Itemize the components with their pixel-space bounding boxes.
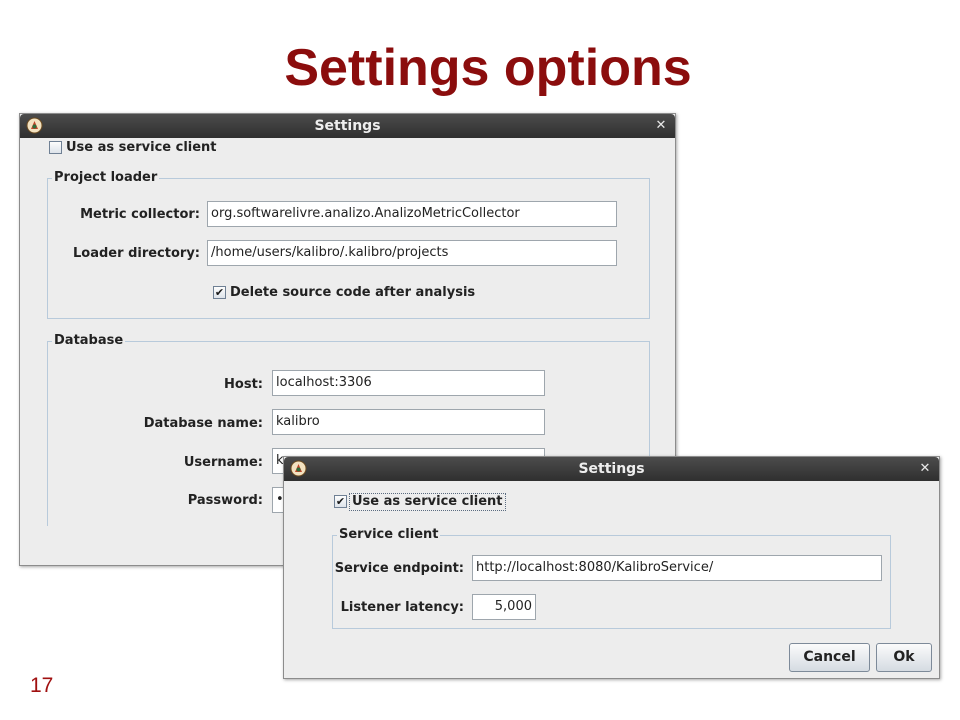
- service-client-checkbox[interactable]: ✔: [334, 495, 347, 508]
- listener-latency-field[interactable]: 5,000: [472, 594, 536, 620]
- close-icon[interactable]: ✕: [917, 461, 933, 477]
- project-loader-legend: Project loader: [52, 170, 160, 186]
- loader-directory-field[interactable]: /home/users/kalibro/.kalibro/projects: [207, 240, 617, 266]
- close-icon[interactable]: ✕: [653, 118, 669, 134]
- service-endpoint-label: Service endpoint:: [334, 561, 464, 576]
- checkmark-icon: ✔: [214, 286, 225, 299]
- dbname-field[interactable]: kalibro: [272, 409, 545, 435]
- host-label: Host:: [224, 377, 263, 392]
- service-client-legend: Service client: [337, 527, 441, 543]
- metric-collector-label: Metric collector:: [80, 207, 200, 222]
- service-client-checkbox[interactable]: [49, 141, 62, 154]
- metric-collector-field[interactable]: org.softwarelivre.analizo.AnalizoMetricC…: [207, 201, 617, 227]
- database-legend: Database: [52, 333, 126, 349]
- delete-source-checkbox[interactable]: ✔: [213, 286, 226, 299]
- username-label: Username:: [183, 455, 263, 470]
- page-number: 17: [30, 674, 54, 697]
- loader-directory-label: Loader directory:: [73, 246, 200, 261]
- window-title: Settings: [314, 118, 381, 134]
- service-client-label[interactable]: Use as service client: [66, 140, 217, 156]
- title-bar[interactable]: Settings ✕: [284, 457, 939, 481]
- delete-source-label[interactable]: Delete source code after analysis: [230, 285, 475, 301]
- checkmark-icon: ✔: [335, 495, 346, 508]
- password-label: Password:: [187, 493, 263, 508]
- slide-title: Settings options: [284, 39, 692, 97]
- settings-window-front: Settings ✕ ✔ Use as service client Servi…: [283, 456, 940, 679]
- service-endpoint-field[interactable]: http://localhost:8080/KalibroService/: [472, 555, 882, 581]
- ok-button[interactable]: Ok: [876, 643, 932, 672]
- window-title: Settings: [578, 461, 645, 477]
- listener-latency-label: Listener latency:: [340, 600, 464, 615]
- title-bar[interactable]: Settings ✕: [20, 114, 675, 138]
- dbname-label: Database name:: [143, 416, 263, 431]
- service-client-label[interactable]: Use as service client: [349, 493, 506, 511]
- cancel-button[interactable]: Cancel: [789, 643, 870, 672]
- host-field[interactable]: localhost:3306: [272, 370, 545, 396]
